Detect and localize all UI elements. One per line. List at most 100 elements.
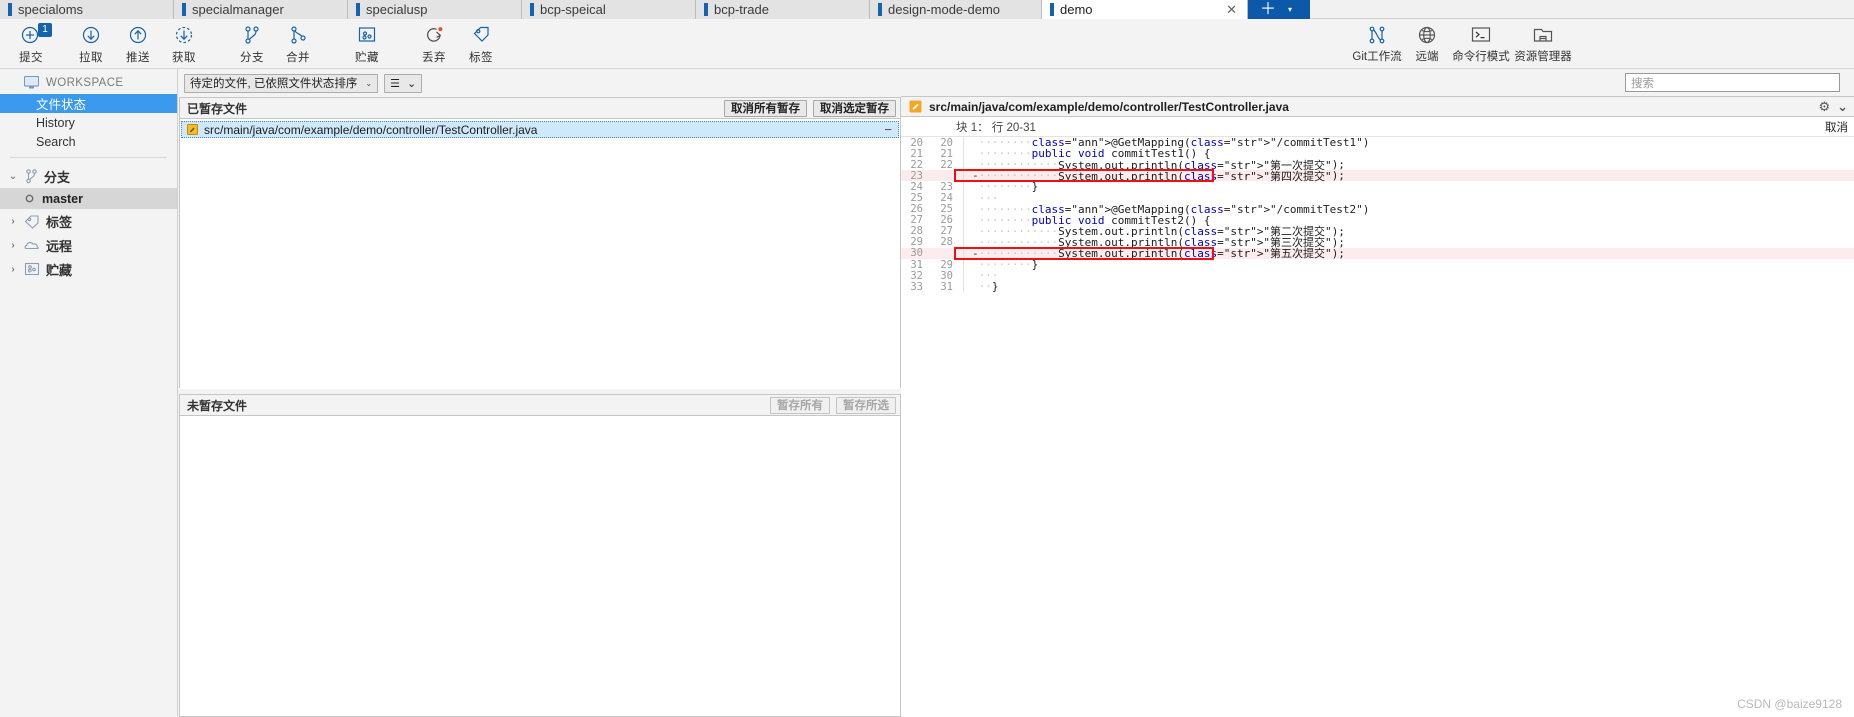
sidebar-item-search[interactable]: Search (0, 132, 177, 151)
monitor-icon (24, 76, 39, 89)
unstage-file-button[interactable]: − (884, 123, 892, 136)
sidebar: WORKSPACE 文件状态 History Search ⌄ 分支 master › 标签… (0, 69, 178, 717)
search-placeholder: 搜索 (1631, 77, 1654, 90)
chevron-down-icon: ⌄ (406, 77, 417, 90)
staged-files-header: 已暂存文件 取消所有暂存 取消选定暂存 (180, 98, 900, 119)
diff-line: 24 23 ········} (901, 180, 1854, 193)
unstaged-files-panel: 未暂存文件 暂存所有 暂存所选 (179, 394, 901, 717)
diff-line-text: } (991, 280, 999, 294)
branch-node (24, 168, 38, 184)
sort-dropdown[interactable]: 待定的文件, 已依照文件状态排序 ⌄ (184, 73, 379, 93)
tab-marker (878, 3, 882, 16)
diff-gutter-divider (963, 137, 964, 149)
search-input[interactable]: 搜索 (1625, 73, 1840, 92)
diff-gutter-divider (963, 192, 964, 204)
diff-change-marker (972, 280, 979, 293)
tab-label: specialusp (366, 2, 428, 17)
diff-file-path: src/main/java/com/example/demo/controlle… (929, 99, 1289, 114)
chevron-down-icon[interactable]: ⌄ (1837, 99, 1848, 115)
tab-label: specialoms (18, 2, 84, 17)
tab-marker (182, 3, 186, 16)
diff-gutter-divider (963, 148, 964, 160)
toolbar-fetch-button[interactable]: 获取 (153, 22, 215, 65)
toolbar-stash-button[interactable]: 贮藏 (336, 22, 398, 65)
diff-line-number-new: 28 (940, 236, 953, 249)
diff-gutter-divider (963, 259, 964, 271)
hunk-cancel-button[interactable]: 取消 (1825, 119, 1854, 135)
chevron-right-icon[interactable]: › (8, 240, 18, 251)
stage-all-button[interactable]: 暂存所有 (770, 396, 830, 414)
diff-line-number-new: 22 (940, 158, 953, 171)
tab-label: specialmanager (192, 2, 284, 17)
sidebar-group-tags[interactable]: › 标签 (0, 209, 177, 233)
sidebar-item-label: History (36, 115, 75, 130)
tab-specialoms[interactable]: specialoms (0, 0, 174, 19)
toolbar-tag-button[interactable]: 标签 (450, 22, 512, 65)
tab-close-icon[interactable]: ✕ (1200, 3, 1237, 16)
sidebar-group-branches[interactable]: ⌄ 分支 (0, 164, 177, 188)
commit-icon (0, 22, 62, 48)
stage-selected-label: 暂存所选 (843, 400, 889, 412)
plus-icon: ＋ (1260, 0, 1277, 18)
tab-label: bcp-trade (714, 2, 769, 17)
unstage-all-label: 取消所有暂存 (731, 103, 800, 115)
chevron-down-icon[interactable]: ⌄ (8, 171, 18, 182)
tag-icon (450, 22, 512, 48)
sidebar-item-file-status[interactable]: 文件状态 (0, 94, 177, 113)
main-toolbar: 提交 1 拉取 推送 获取 分支 合并 贮藏 丢弃 标签 Git工作流 远端 命令行模式 资源管理器 (0, 19, 1854, 69)
list-view-icon: ☰ (390, 77, 400, 90)
sidebar-item-label: 文件状态 (36, 98, 87, 112)
diff-gutter-divider (963, 214, 964, 226)
cloud-node (24, 239, 40, 252)
tab-specialusp[interactable]: specialusp (348, 0, 522, 19)
chevron-right-icon[interactable]: › (8, 264, 18, 275)
sidebar-branch-master[interactable]: master (0, 188, 177, 209)
tab-bcp-speical[interactable]: bcp-speical (522, 0, 696, 19)
staged-file-row[interactable]: src/main/java/com/example/demo/controlle… (181, 121, 899, 138)
chevron-right-icon[interactable]: › (8, 216, 18, 227)
gear-icon[interactable]: ⚙ (1818, 99, 1830, 115)
diff-line-number-new: 31 (940, 280, 953, 293)
diff-gutter-divider (963, 281, 964, 293)
chevron-down-icon: ▾ (1288, 5, 1293, 14)
diff-line-number-old: 33 (910, 280, 923, 293)
staged-files-title: 已暂存文件 (187, 101, 248, 116)
diff-file-header: src/main/java/com/example/demo/controlle… (901, 96, 1854, 117)
diff-gutter-divider (963, 247, 964, 260)
toolbar-commit-button[interactable]: 提交 1 (0, 22, 62, 65)
unstage-all-button[interactable]: 取消所有暂存 (724, 99, 807, 117)
diff-line: 32 30 ··· (901, 269, 1854, 282)
staged-files-panel: 已暂存文件 取消所有暂存 取消选定暂存 src/main/java/com/ex… (179, 97, 901, 389)
chevron-down-icon: ⌄ (365, 78, 373, 88)
stash-node (24, 262, 40, 276)
explorer-icon (1510, 22, 1576, 48)
sidebar-item-label: Search (36, 134, 76, 149)
view-mode-button[interactable]: ☰ ⌄ (384, 73, 423, 93)
diff-gutter-divider (963, 270, 964, 282)
tab-demo[interactable]: demo ✕ (1042, 0, 1248, 19)
diff-line: 33 31 ··} (901, 280, 1854, 294)
diff-indent-dots: ·· (978, 280, 992, 294)
tab-marker (356, 3, 360, 16)
merge-icon (267, 22, 329, 48)
tab-design-mode-demo[interactable]: design-mode-demo (870, 0, 1042, 19)
unstaged-files-title: 未暂存文件 (187, 398, 248, 413)
tabbar-filler (1310, 0, 1854, 18)
file-modified-icon (909, 100, 922, 113)
tab-specialmanager[interactable]: specialmanager (174, 0, 348, 19)
tab-marker (8, 3, 12, 16)
sidebar-group-remotes[interactable]: › 远程 (0, 233, 177, 257)
toolbar-terminal-button[interactable]: 命令行模式 (1448, 22, 1514, 64)
stage-selected-button[interactable]: 暂存所选 (836, 396, 896, 414)
unstage-selected-button[interactable]: 取消选定暂存 (813, 99, 896, 117)
tab-bar: specialoms specialmanager specialusp bcp-sp… (0, 0, 1854, 19)
toolbar-merge-button[interactable]: 合并 (267, 22, 329, 65)
sidebar-item-history[interactable]: History (0, 113, 177, 132)
sidebar-group-stashes[interactable]: › 贮藏 (0, 257, 177, 281)
toolbar-explorer-button[interactable]: 资源管理器 (1510, 22, 1576, 64)
new-tab-button[interactable]: ＋ ▾ (1248, 0, 1310, 19)
terminal-icon (1448, 22, 1514, 48)
tab-bcp-trade[interactable]: bcp-trade (696, 0, 870, 19)
fetch-icon (153, 22, 215, 48)
unstaged-files-header: 未暂存文件 暂存所有 暂存所选 (180, 395, 900, 416)
